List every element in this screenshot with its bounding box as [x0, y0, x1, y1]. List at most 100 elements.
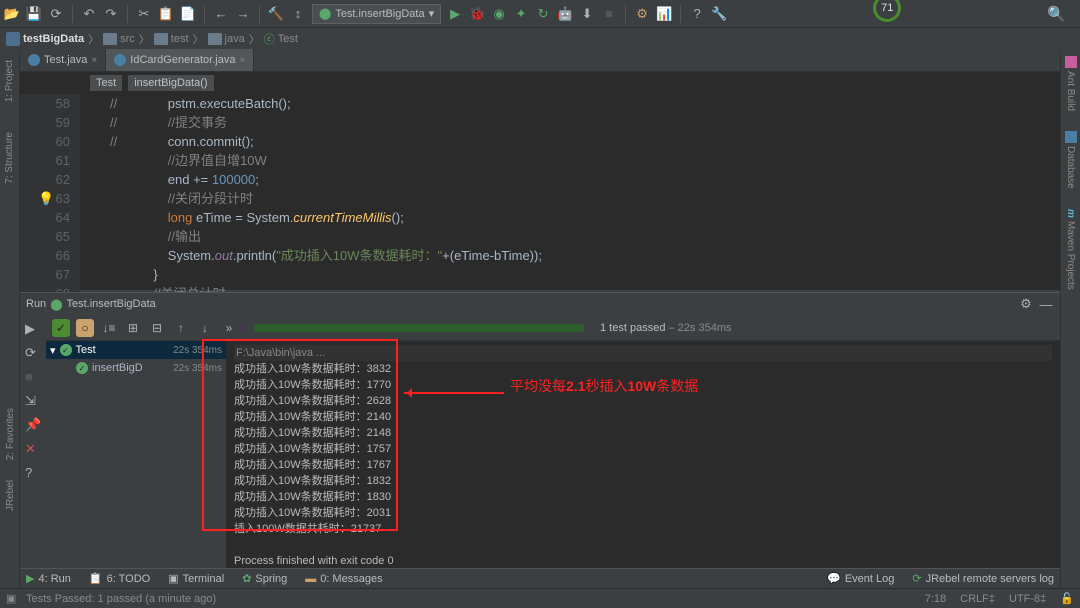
run-tab[interactable]: ▶4: Run	[26, 572, 71, 585]
pin-icon[interactable]: 📌	[25, 417, 41, 433]
run-side-controls: ▶ ⟳ ■ ⇲ 📌 ✕ ?	[20, 315, 46, 568]
show-passed-icon[interactable]: ✓	[52, 319, 70, 337]
console-line: 成功插入10W条数据耗时：1832	[234, 473, 1052, 489]
messages-tab[interactable]: ▬0: Messages	[305, 573, 382, 585]
line-gutter: 5859606162💡636465666768	[20, 94, 80, 303]
console-line: 插入100W数据共耗时：21737	[234, 521, 1052, 537]
code-editor[interactable]: 5859606162💡636465666768 // pstm.executeB…	[20, 94, 1060, 303]
build-icon[interactable]: 🔨	[268, 6, 284, 22]
attach-icon[interactable]: ⬇	[579, 6, 595, 22]
gear-icon[interactable]: ⚙	[1018, 296, 1034, 312]
code-quality-badge[interactable]: 71	[873, 0, 901, 22]
pass-icon: ✓	[76, 362, 88, 374]
cut-icon[interactable]: ✂	[136, 6, 152, 22]
debug-icon[interactable]: 🐞	[469, 6, 485, 22]
tree-root[interactable]: ▾ ✓ Test 22s 354ms	[46, 341, 226, 359]
run-title: Test.insertBigData	[67, 298, 156, 310]
paste-icon[interactable]: 📄	[180, 6, 196, 22]
open-icon[interactable]: 📂	[4, 6, 20, 22]
structure-tool-tab[interactable]: 7: Structure	[4, 132, 15, 184]
run-panel: Run ⬤ Test.insertBigData ⚙ — ▶ ⟳ ■ ⇲ 📌 ✕…	[20, 292, 1060, 568]
console-header: F:\Java\bin\java ...	[234, 345, 1052, 361]
editor-tabs: Test.java× IdCardGenerator.java×	[20, 50, 1060, 72]
right-tool-gutter: Ant Build Database mMaven Projects	[1060, 50, 1080, 588]
code-body[interactable]: // pstm.executeBatch(); // //提交事务 // con…	[80, 94, 1060, 303]
help-icon[interactable]: ?	[689, 6, 705, 22]
undo-icon[interactable]: ↶	[81, 6, 97, 22]
redo-icon[interactable]: ↷	[103, 6, 119, 22]
nav-method[interactable]: insertBigData()	[128, 75, 213, 91]
stop-icon[interactable]: ■	[25, 369, 41, 385]
nav-bar: Test insertBigData()	[20, 72, 1060, 94]
project-tool-tab[interactable]: 1: Project	[4, 60, 15, 102]
bc-project[interactable]: testBigData	[6, 32, 84, 46]
close-panel-icon[interactable]: ✕	[25, 441, 41, 457]
line-separator[interactable]: CRLF‡	[960, 593, 995, 605]
bc-test[interactable]: test	[154, 33, 189, 45]
editor-tab-idcard[interactable]: IdCardGenerator.java×	[106, 49, 254, 71]
back-icon[interactable]: ←	[213, 6, 229, 22]
status-icon[interactable]: ▣	[6, 592, 20, 606]
show-ignored-icon[interactable]: ○	[76, 319, 94, 337]
caret-position[interactable]: 7:18	[925, 593, 946, 605]
run-title-prefix: Run	[26, 298, 46, 310]
next-icon[interactable]: ↓	[196, 319, 214, 337]
maven-tool-tab[interactable]: mMaven Projects	[1065, 209, 1076, 290]
copy-icon[interactable]: 📋	[158, 6, 174, 22]
refresh-icon[interactable]: ⟳	[48, 6, 64, 22]
dump-icon[interactable]: ⇲	[25, 393, 41, 409]
run-config-icon: ⬤	[50, 298, 62, 311]
toggle-auto-icon[interactable]: ⟳	[25, 345, 41, 361]
git-icon[interactable]: ⚙	[634, 6, 650, 22]
favorites-tool-tab[interactable]: 2: Favorites	[5, 408, 16, 460]
help-panel-icon[interactable]: ?	[25, 465, 41, 481]
intention-bulb-icon[interactable]: 💡	[38, 189, 54, 208]
event-log-tab[interactable]: 💬Event Log	[827, 572, 894, 585]
dropdown-icon: ▾	[429, 7, 435, 20]
database-tool-tab[interactable]: Database	[1065, 131, 1077, 189]
coverage-icon[interactable]: ◉	[491, 6, 507, 22]
profile-icon[interactable]: ✦	[513, 6, 529, 22]
close-icon[interactable]: ×	[91, 55, 97, 66]
android-icon[interactable]: 🤖	[557, 6, 573, 22]
export-icon[interactable]: »	[220, 319, 238, 337]
rerun-icon[interactable]: ↻	[535, 6, 551, 22]
editor-tab-test[interactable]: Test.java×	[20, 49, 106, 71]
bc-src[interactable]: src	[103, 33, 135, 45]
spring-tab[interactable]: ✿Spring	[242, 572, 287, 585]
run-icon[interactable]: ▶	[447, 6, 463, 22]
test-icon: ⬤	[319, 7, 331, 20]
bc-java[interactable]: java	[208, 33, 245, 45]
collapse-icon[interactable]: ⊟	[148, 319, 166, 337]
save-icon[interactable]: 💾	[26, 6, 42, 22]
console-line: 成功插入10W条数据耗时：2148	[234, 425, 1052, 441]
settings-icon[interactable]: 🔧	[711, 6, 727, 22]
jrebel-log-tab[interactable]: ⟳JRebel remote servers log	[912, 572, 1054, 585]
prev-icon[interactable]: ↑	[172, 319, 190, 337]
run-select-icon[interactable]: ↕	[290, 6, 306, 22]
close-icon[interactable]: ×	[239, 55, 245, 66]
sort-icon[interactable]: ↓≡	[100, 319, 118, 337]
search-icon[interactable]: 🔍	[1047, 5, 1066, 23]
run-config-combo[interactable]: ⬤ Test.insertBigData ▾	[312, 4, 441, 24]
vcs-icon[interactable]: 📊	[656, 6, 672, 22]
main-toolbar: 📂 💾 ⟳ ↶ ↷ ✂ 📋 📄 ← → 🔨 ↕ ⬤ Test.insertBig…	[0, 0, 1080, 28]
expand-icon[interactable]: ⊞	[124, 319, 142, 337]
todo-tab[interactable]: 📋6: TODO	[89, 572, 150, 585]
terminal-tab[interactable]: ▣Terminal	[168, 572, 224, 585]
jrebel-tool-tab[interactable]: JRebel	[5, 480, 16, 511]
minimize-icon[interactable]: —	[1038, 296, 1054, 312]
nav-class[interactable]: Test	[90, 75, 122, 91]
test-tree[interactable]: ▾ ✓ Test 22s 354ms ✓ insertBigD 22s 354m…	[46, 341, 226, 568]
tree-child[interactable]: ✓ insertBigD 22s 354ms	[46, 359, 226, 377]
stop-icon[interactable]: ■	[601, 6, 617, 22]
ant-tool-tab[interactable]: Ant Build	[1065, 56, 1077, 111]
console-line: 成功插入10W条数据耗时：2031	[234, 505, 1052, 521]
console-line: 成功插入10W条数据耗时：1830	[234, 489, 1052, 505]
bc-class[interactable]: ⓒTest	[264, 31, 298, 47]
status-bar: ▣ Tests Passed: 1 passed (a minute ago) …	[0, 588, 1080, 608]
rerun-icon[interactable]: ▶	[25, 321, 41, 337]
forward-icon[interactable]: →	[235, 6, 251, 22]
lock-icon[interactable]: 🔓	[1060, 592, 1074, 605]
file-encoding[interactable]: UTF-8‡	[1009, 593, 1046, 605]
